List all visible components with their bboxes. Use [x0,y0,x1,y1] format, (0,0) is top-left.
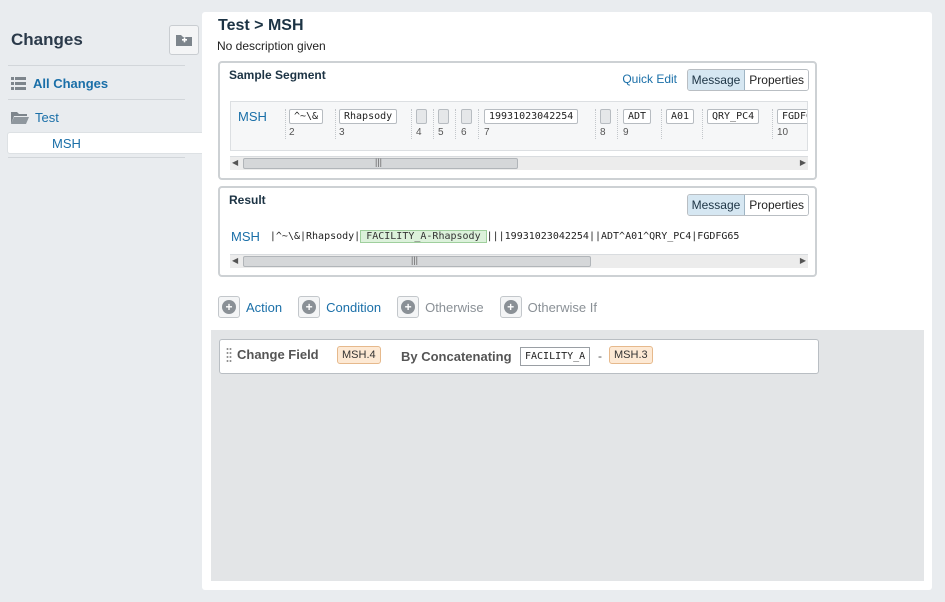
tab-properties[interactable]: Properties [745,195,808,215]
sidebar-title: Changes [11,30,83,49]
field-8[interactable]: 8 [600,109,611,138]
scrollbar-thumb[interactable]: ||| [243,255,591,267]
drag-handle-icon[interactable] [226,347,232,363]
result-line: MSH |^~\&|Rhapsody| FACILITY_A-Rhapsody … [231,229,739,244]
sample-segment-panel: Sample Segment Quick Edit Message Proper… [218,61,817,180]
tab-message[interactable]: Message [687,70,746,90]
rule-operation: By Concatenating [401,349,512,364]
tab-message[interactable]: Message [687,195,746,215]
scroll-right-icon[interactable]: ▶ [800,158,806,167]
folder-label: Test [35,110,59,125]
field-3[interactable]: Rhapsody 3 [339,109,398,138]
breadcrumb: Test > MSH [218,17,304,34]
divider [8,99,185,100]
scroll-right-icon[interactable]: ▶ [800,256,806,265]
segment-fields: MSH ^~\& 2 Rhapsody 3 4 5 6 19931023042254… [230,101,808,151]
add-otherwise-label: Otherwise [425,299,484,315]
result-text-after: |||19931023042254||ADT^A01^QRY_PC4|FGDFG… [486,231,740,242]
result-title: Result [229,193,266,207]
rule-title: Change Field [237,347,319,362]
field-9[interactable]: ADT 9 [623,109,652,138]
result-scrollbar[interactable]: ◀ ||| ▶ [230,254,808,268]
sidebar: Changes All Changes Test MSH [0,0,202,602]
all-changes-link[interactable]: All Changes [11,76,108,91]
field-4[interactable]: 4 [416,109,427,138]
folder-plus-icon [176,35,192,46]
rule-row[interactable]: Change Field MSH.4 By Concatenating FACI… [219,339,819,374]
concat-separator: - [598,349,602,363]
field-6[interactable]: 6 [461,109,472,138]
add-otherwise-if-button[interactable]: + Otherwise If [499,296,597,318]
sidebar-item-msh[interactable]: MSH [7,132,202,154]
add-condition-button[interactable]: + Condition [298,296,381,318]
add-action-button[interactable]: + Action [218,296,282,318]
add-condition-label: Condition [326,299,382,315]
divider [8,65,185,66]
add-otherwise-button[interactable]: + Otherwise [397,296,484,318]
quick-edit-link[interactable]: Quick Edit [622,72,677,86]
plus-icon: + [401,300,416,314]
field-9-3[interactable]: QRY_PC4 [707,109,760,124]
scroll-left-icon[interactable]: ◀ [232,256,238,265]
plus-icon: + [302,300,317,314]
scrollbar-thumb[interactable]: ||| [243,157,518,169]
rule-actions: + Action + Condition + Otherwise + Other… [218,296,597,318]
result-segment-name: MSH [231,229,260,244]
scroll-left-icon[interactable]: ◀ [232,158,238,167]
folder-test[interactable]: Test [11,110,59,125]
target-field-tag[interactable]: MSH.4 [337,346,381,364]
sidebar-item-label: MSH [52,136,81,151]
add-action-label: Action [246,299,283,315]
plus-icon: + [222,300,236,314]
plus-icon: + [503,300,518,314]
all-changes-label: All Changes [33,76,109,91]
rules-area: Change Field MSH.4 By Concatenating FACI… [211,330,924,581]
main-panel: Test > MSH No description given Sample S… [202,12,932,590]
source-field-tag[interactable]: MSH.3 [609,346,653,364]
field-7[interactable]: 19931023042254 7 [484,109,579,138]
field-9-2[interactable]: A01 [666,109,695,124]
sample-segment-title: Sample Segment [229,68,326,82]
add-otherwise-if-label: Otherwise If [527,299,597,315]
view-toggle: Message Properties [686,69,809,91]
result-text-before: |^~\&|Rhapsody| [269,231,361,242]
list-icon [11,77,26,90]
add-folder-button[interactable] [169,25,199,55]
result-panel: Result Message Properties MSH |^~\&|Rhap… [218,186,817,277]
result-highlight: FACILITY_A-Rhapsody [360,230,487,243]
field-2[interactable]: ^~\& 2 [289,109,324,138]
description: No description given [217,39,326,53]
field-5[interactable]: 5 [438,109,449,138]
segment-name: MSH [238,109,267,124]
tab-properties[interactable]: Properties [745,70,808,90]
folder-open-icon [11,112,29,124]
segment-scrollbar[interactable]: ◀ ||| ▶ [230,156,808,170]
field-10[interactable]: FGDFG10 [777,109,807,138]
result-view-toggle: Message Properties [686,194,809,216]
divider [8,157,185,158]
concat-value-input[interactable]: FACILITY_A [520,347,591,366]
